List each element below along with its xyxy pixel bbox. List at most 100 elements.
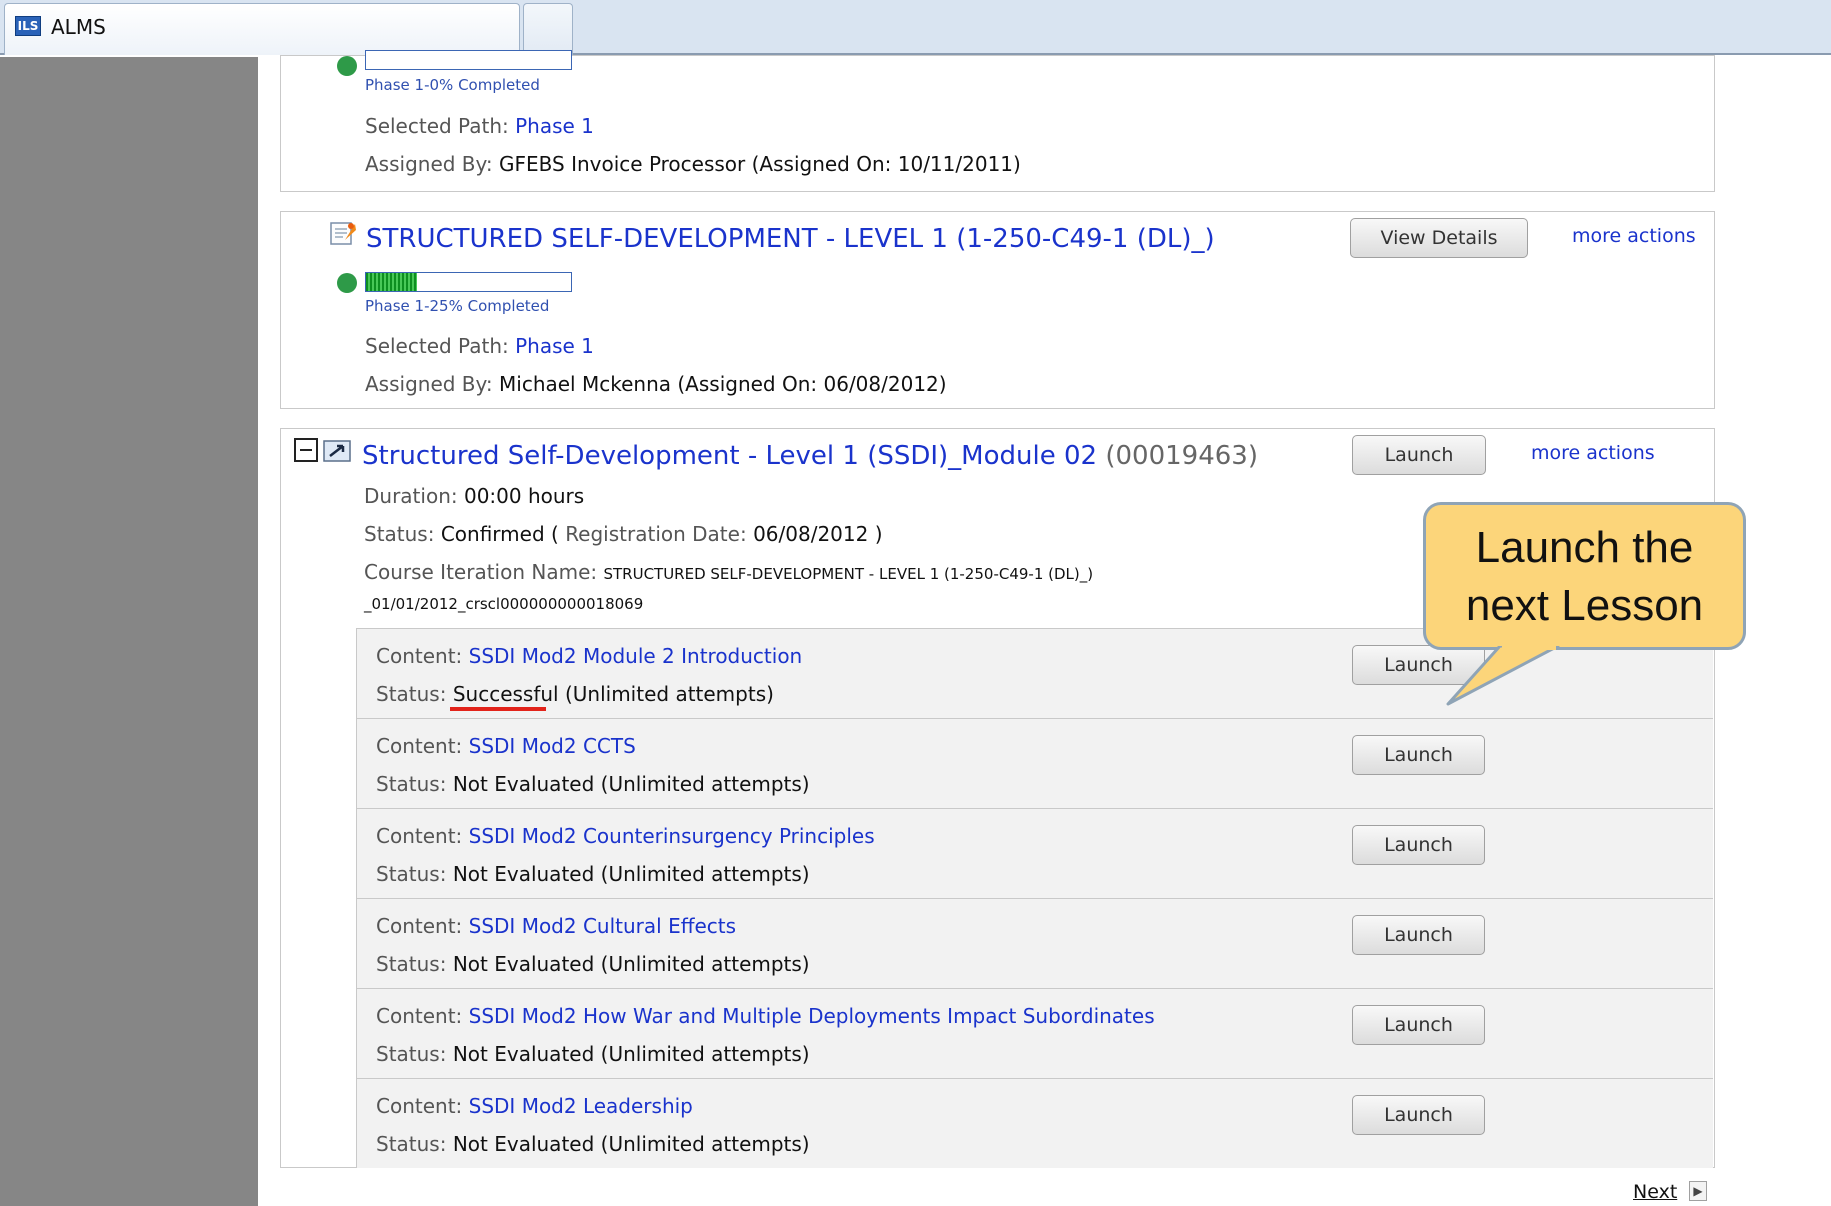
progress-bar [365, 272, 572, 292]
duration: Duration: 00:00 hours [364, 484, 584, 508]
content-attempts: (Unlimited attempts) [600, 952, 810, 976]
content-status-value: Not Evaluated [452, 1042, 595, 1066]
content-link[interactable]: SSDI Mod2 Module 2 Introduction [469, 644, 803, 668]
content-row: Content: SSDI Mod2 Counterinsurgency Pri… [356, 808, 1713, 898]
progress-dot-icon [337, 273, 357, 293]
course-title-link[interactable]: STRUCTURED SELF-DEVELOPMENT - LEVEL 1 (1… [366, 224, 1215, 254]
content-label: Content: [376, 1094, 463, 1118]
module-title-link[interactable]: Structured Self-Development - Level 1 (S… [362, 441, 1097, 471]
left-sidebar [0, 57, 258, 1206]
next-arrow-icon[interactable]: ▶ [1689, 1181, 1707, 1201]
content-row: Content: SSDI Mod2 CCTS Status: Not Evalu… [356, 718, 1713, 808]
content-label: Content: [376, 1004, 463, 1028]
content-line: Content: SSDI Mod2 CCTS [376, 734, 636, 758]
content-attempts: (Unlimited attempts) [564, 682, 774, 706]
ils-logo-icon: ILS [15, 16, 41, 36]
content-launch-button[interactable]: Launch [1352, 1005, 1485, 1045]
content-status-line: Status: Not Evaluated (Unlimited attempt… [376, 952, 810, 976]
progress-label: Phase 1-0% Completed [365, 76, 540, 94]
progress-dot-icon [337, 56, 357, 76]
content-status-line: Status: Not Evaluated (Unlimited attempt… [376, 862, 810, 886]
content-line: Content: SSDI Mod2 Leadership [376, 1094, 693, 1118]
content-status-label: Status: [376, 772, 447, 796]
duration-label: Duration: [364, 484, 458, 508]
collapse-toggle-icon[interactable] [294, 438, 318, 462]
selected-path-label: Selected Path: [365, 334, 509, 358]
course-iteration: Course Iteration Name: STRUCTURED SELF-D… [364, 560, 1093, 584]
content-attempts: (Unlimited attempts) [600, 772, 810, 796]
content-launch-button[interactable]: Launch [1352, 735, 1485, 775]
selected-path-link[interactable]: Phase 1 [515, 334, 594, 358]
registration-date-label: Registration Date: [565, 522, 747, 546]
course-card-ssd: STRUCTURED SELF-DEVELOPMENT - LEVEL 1 (1… [280, 211, 1715, 409]
content-row: Content: SSDI Mod2 Leadership Status: Not… [356, 1078, 1713, 1168]
content-line: Content: SSDI Mod2 Module 2 Introduction [376, 644, 802, 668]
selected-path: Selected Path: Phase 1 [365, 334, 594, 358]
content-launch-button[interactable]: Launch [1352, 825, 1485, 865]
iteration-value: STRUCTURED SELF-DEVELOPMENT - LEVEL 1 (1… [603, 565, 1094, 583]
browser-tab-alms[interactable]: ILS ALMS [4, 3, 520, 55]
content-status-label: Status: [376, 682, 447, 706]
assigned-by-value: Michael Mckenna (Assigned On: 06/08/2012… [499, 372, 947, 396]
content-link[interactable]: SSDI Mod2 Counterinsurgency Principles [469, 824, 875, 848]
content-line: Content: SSDI Mod2 How War and Multiple … [376, 1004, 1155, 1028]
new-tab-button[interactable] [523, 3, 573, 55]
content-launch-button[interactable]: Launch [1352, 1095, 1485, 1135]
content-attempts: (Unlimited attempts) [600, 1132, 810, 1156]
content-status-value: Successful [452, 682, 559, 706]
content-status-label: Status: [376, 952, 447, 976]
selected-path: Selected Path: Phase 1 [365, 114, 594, 138]
more-actions-link[interactable]: more actions [1572, 225, 1696, 247]
content-status-value: Not Evaluated [452, 862, 595, 886]
assigned-by: Assigned By: GFEBS Invoice Processor (As… [365, 152, 1021, 176]
content-status-label: Status: [376, 1132, 447, 1156]
content-link[interactable]: SSDI Mod2 CCTS [469, 734, 636, 758]
content-link[interactable]: SSDI Mod2 Leadership [469, 1094, 693, 1118]
content-label: Content: [376, 734, 463, 758]
selected-path-link[interactable]: Phase 1 [515, 114, 594, 138]
module-icon [323, 440, 351, 462]
callout-line-2: next Lesson [1465, 581, 1704, 630]
assigned-by-label: Assigned By: [365, 152, 493, 176]
content-status-line: Status: Successful (Unlimited attempts) [376, 682, 774, 706]
tutorial-callout: Launch the next Lesson [1423, 502, 1746, 650]
module-code: (00019463) [1105, 441, 1258, 471]
content-attempts: (Unlimited attempts) [600, 862, 810, 886]
assigned-by-label: Assigned By: [365, 372, 493, 396]
content-status-value: Not Evaluated [452, 772, 595, 796]
content-link[interactable]: SSDI Mod2 Cultural Effects [469, 914, 736, 938]
next-page-link[interactable]: Next [1633, 1181, 1677, 1203]
iteration-label: Course Iteration Name: [364, 560, 598, 584]
assigned-by-value: GFEBS Invoice Processor (Assigned On: 10… [499, 152, 1021, 176]
content-link[interactable]: SSDI Mod2 How War and Multiple Deploymen… [469, 1004, 1155, 1028]
duration-value: 00:00 hours [463, 484, 585, 508]
course-card-top: Phase 1-0% Completed Selected Path: Phas… [280, 50, 1715, 192]
content-row: Content: SSDI Mod2 Cultural Effects Statu… [356, 898, 1713, 988]
selected-path-label: Selected Path: [365, 114, 509, 138]
successful-highlight-underline [450, 707, 546, 711]
content-label: Content: [376, 644, 463, 668]
status-value: Confirmed [440, 522, 545, 546]
paren-open: ( [551, 522, 559, 546]
paren-close: ) [874, 522, 883, 546]
module-title[interactable]: Structured Self-Development - Level 1 (S… [362, 441, 1258, 471]
view-details-button[interactable]: View Details [1350, 218, 1528, 258]
content-status-value: Not Evaluated [452, 1132, 595, 1156]
content-line: Content: SSDI Mod2 Cultural Effects [376, 914, 736, 938]
module-launch-button[interactable]: Launch [1352, 435, 1486, 475]
iteration-value-continued: _01/01/2012_crscl000000000018069 [364, 595, 644, 613]
content-line: Content: SSDI Mod2 Counterinsurgency Pri… [376, 824, 875, 848]
content-label: Content: [376, 914, 463, 938]
callout-pointer [1446, 646, 1560, 706]
content-status-line: Status: Not Evaluated (Unlimited attempt… [376, 1132, 810, 1156]
content-launch-button[interactable]: Launch [1352, 915, 1485, 955]
registration-date-value: 06/08/2012 [753, 522, 869, 546]
content-attempts: (Unlimited attempts) [600, 1042, 810, 1066]
more-actions-link[interactable]: more actions [1531, 442, 1655, 464]
content-status-label: Status: [376, 1042, 447, 1066]
assigned-by: Assigned By: Michael Mckenna (Assigned O… [365, 372, 947, 396]
callout-line-1: Launch the [1475, 523, 1694, 572]
progress-bar [365, 50, 572, 70]
content-status-line: Status: Not Evaluated (Unlimited attempt… [376, 772, 810, 796]
browser-tab-bar: ILS ALMS [0, 0, 1831, 55]
